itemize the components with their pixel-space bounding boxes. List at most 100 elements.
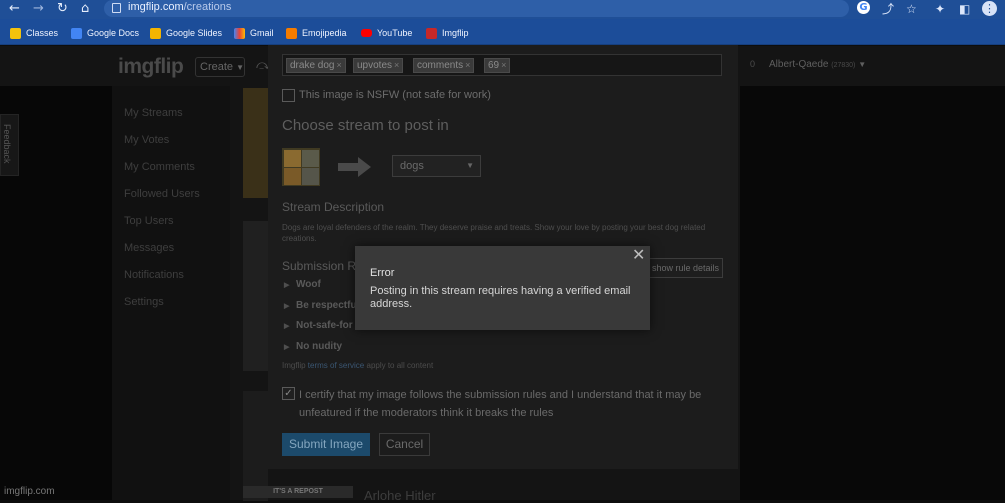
remove-tag-icon[interactable]: × bbox=[336, 60, 341, 70]
google-lens-icon[interactable]: G bbox=[857, 1, 870, 14]
checkmark-icon: ✓ bbox=[284, 388, 293, 399]
nsfw-label: This image is NSFW (not safe for work) bbox=[299, 89, 491, 101]
sidebar-item-my-streams[interactable]: My Streams bbox=[124, 107, 183, 119]
remove-tag-icon[interactable]: × bbox=[501, 60, 506, 70]
tag-label: 69 bbox=[488, 60, 500, 71]
tags-input[interactable]: drake dog × upvotes × comments × 69 × bbox=[282, 54, 722, 76]
stream-select-value: dogs bbox=[400, 160, 424, 172]
bookmark-label: Google Slides bbox=[166, 28, 223, 38]
tag-chip[interactable]: upvotes × bbox=[353, 58, 404, 73]
terms-of-service-link[interactable]: terms of service bbox=[308, 361, 364, 370]
terms-notice: Imgflip terms of service apply to all co… bbox=[282, 361, 433, 370]
error-message: Posting in this stream requires having a… bbox=[370, 285, 631, 310]
sidebar-item-messages[interactable]: Messages bbox=[124, 242, 174, 254]
bookmark-classes[interactable]: Classes bbox=[10, 26, 58, 40]
image-preview bbox=[282, 148, 320, 186]
classes-icon bbox=[10, 27, 21, 39]
chevron-down-icon: ▼ bbox=[236, 63, 245, 72]
tag-chip[interactable]: comments × bbox=[413, 58, 475, 73]
tag-label: comments bbox=[417, 60, 464, 71]
footer-credit: imgflip.com bbox=[4, 486, 55, 497]
choose-stream-heading: Choose stream to post in bbox=[282, 117, 449, 134]
imgflip-icon bbox=[426, 27, 437, 39]
remove-tag-icon[interactable]: × bbox=[465, 60, 470, 70]
create-menu-button[interactable]: Create ▼ bbox=[195, 57, 245, 77]
bookmark-youtube[interactable]: YouTube bbox=[361, 26, 412, 40]
browser-toolbar: ← → ↻ ⌂ imgflip.com/creations G ⤴ ☆ ✦ ◧ … bbox=[0, 0, 1005, 19]
google-docs-icon bbox=[71, 27, 82, 39]
bookmark-gmail[interactable]: Gmail bbox=[234, 26, 274, 40]
bookmark-label: YouTube bbox=[377, 28, 413, 38]
close-icon[interactable]: ✕ bbox=[632, 247, 645, 263]
username: Albert-Qaede bbox=[769, 59, 829, 70]
youtube-icon bbox=[361, 29, 372, 37]
url-text: imgflip.com/creations bbox=[128, 1, 231, 13]
tos-suffix: apply to all content bbox=[364, 361, 434, 370]
bookmark-label: Imgflip bbox=[442, 28, 469, 38]
reload-icon[interactable]: ↻ bbox=[57, 1, 68, 17]
post-title[interactable]: Arlohe Hitler bbox=[364, 488, 436, 503]
forward-arrow-icon[interactable]: → bbox=[33, 1, 44, 17]
menu-kebab-icon[interactable]: ⋮ bbox=[982, 1, 997, 16]
bookmark-label: Google Docs bbox=[87, 28, 140, 38]
tag-chip[interactable]: 69 × bbox=[484, 58, 511, 73]
show-rule-details-button[interactable]: show rule details bbox=[648, 258, 723, 278]
submission-rules-heading: Submission R bbox=[282, 259, 357, 273]
bookmark-star-icon[interactable]: ☆ bbox=[906, 1, 917, 17]
side-panel-icon[interactable]: ◧ bbox=[959, 1, 970, 17]
rule-item[interactable]: ▶ Not-safe-for bbox=[284, 320, 353, 331]
rule-item[interactable]: ▶ No nudity bbox=[284, 341, 342, 352]
sidebar-item-settings[interactable]: Settings bbox=[124, 296, 164, 308]
nsfw-checkbox[interactable] bbox=[282, 89, 295, 102]
rule-item[interactable]: ▶ Be respectfu bbox=[284, 300, 357, 311]
tag-label: upvotes bbox=[357, 60, 393, 71]
error-dialog: ✕ Error Posting in this stream requires … bbox=[355, 246, 650, 330]
extensions-icon[interactable]: ✦ bbox=[935, 1, 945, 17]
rule-item[interactable]: ▶ Woof bbox=[284, 279, 321, 290]
emojipedia-icon bbox=[286, 27, 297, 39]
meme-thumbnail[interactable] bbox=[243, 391, 268, 501]
meme-thumbnail[interactable] bbox=[243, 88, 268, 198]
sidebar-item-top-users[interactable]: Top Users bbox=[124, 215, 174, 227]
share-icon[interactable]: ⤴ bbox=[882, 1, 894, 17]
caret-right-icon: ▶ bbox=[284, 303, 290, 310]
sidebar-item-my-comments[interactable]: My Comments bbox=[124, 161, 195, 173]
bookmark-google-docs[interactable]: Google Docs bbox=[71, 26, 139, 40]
bookmarks-bar: Classes Google Docs Google Slides Gmail … bbox=[0, 19, 1005, 45]
cancel-button[interactable]: Cancel bbox=[379, 433, 430, 456]
certify-label: I certify that my image follows the subm… bbox=[299, 389, 702, 419]
user-points: (27830) bbox=[831, 62, 856, 69]
remove-tag-icon[interactable]: × bbox=[394, 60, 399, 70]
back-arrow-icon[interactable]: ← bbox=[9, 1, 20, 17]
url-path: /creations bbox=[183, 1, 232, 13]
user-sidebar: My Streams My Votes My Comments Followed… bbox=[112, 86, 230, 500]
bookmark-label: Classes bbox=[26, 28, 59, 38]
address-bar[interactable]: imgflip.com/creations G bbox=[104, 0, 870, 17]
stream-description: Dogs are loyal defenders of the realm. T… bbox=[282, 223, 706, 243]
certify-checkbox[interactable]: ✓ bbox=[282, 387, 295, 400]
bookmark-imgflip[interactable]: Imgflip bbox=[426, 26, 469, 40]
repost-label: IT'S A REPOST bbox=[243, 486, 353, 498]
submit-image-button[interactable]: Submit Image bbox=[282, 433, 370, 456]
stream-select[interactable]: dogs ▼ bbox=[392, 155, 481, 177]
notification-count[interactable]: 0 bbox=[750, 59, 755, 69]
sidebar-item-followed-users[interactable]: Followed Users bbox=[124, 188, 200, 200]
user-menu[interactable]: Albert-Qaede (27830) ▼ bbox=[769, 59, 866, 70]
bookmark-label: Emojipedia bbox=[302, 28, 347, 38]
sidebar-item-my-votes[interactable]: My Votes bbox=[124, 134, 169, 146]
bookmark-emojipedia[interactable]: Emojipedia bbox=[286, 26, 347, 40]
create-label: Create bbox=[200, 61, 234, 73]
rule-label: Be respectfu bbox=[296, 300, 357, 311]
imgflip-logo[interactable]: imgflip bbox=[118, 55, 184, 79]
home-icon[interactable]: ⌂ bbox=[81, 1, 89, 17]
meme-thumbnail[interactable] bbox=[243, 221, 268, 371]
feedback-label[interactable]: Feedback bbox=[2, 124, 12, 164]
google-slides-icon bbox=[150, 27, 161, 39]
tag-chip[interactable]: drake dog × bbox=[286, 58, 346, 73]
caret-right-icon: ▶ bbox=[284, 282, 290, 289]
tag-label: drake dog bbox=[290, 60, 335, 71]
site-info-icon[interactable] bbox=[112, 3, 121, 13]
bookmark-google-slides[interactable]: Google Slides bbox=[150, 26, 222, 40]
sidebar-item-notifications[interactable]: Notifications bbox=[124, 269, 184, 281]
error-title: Error bbox=[370, 267, 395, 279]
